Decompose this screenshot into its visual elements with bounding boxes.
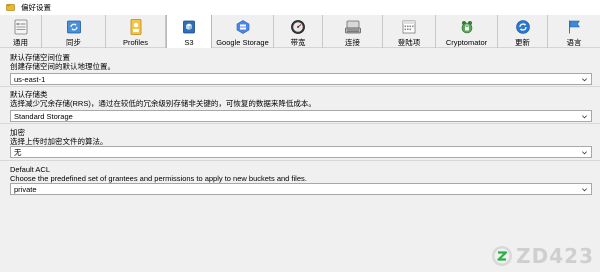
language-icon (564, 17, 584, 36)
tab-connection[interactable]: 连接 (323, 15, 383, 48)
profiles-icon (126, 17, 146, 37)
tab-cryptomator-label: Cryptomator (445, 38, 488, 47)
tab-update-label: 更新 (515, 38, 530, 47)
tab-s3-label: S3 (184, 38, 194, 47)
tab-update[interactable]: 更新 (498, 15, 548, 48)
tab-cryptomator[interactable]: Cryptomator (436, 15, 498, 48)
default-location-description: 创建存储空间的默认地理位置。 (10, 62, 115, 71)
app-icon (6, 4, 15, 11)
default-storage-class-value: Standard Storage (14, 111, 73, 121)
tab-google-storage-label: Google Storage (216, 38, 269, 47)
default-storage-class-section: 默认存储类 选择减少冗余存储(RRS)，通过在较低的冗余级别存储非关键的，可恢复… (10, 90, 592, 122)
general-icon (11, 17, 31, 36)
encryption-heading: 加密 (10, 128, 25, 137)
cryptomator-icon (457, 17, 477, 37)
default-location-heading: 默认存储空间位置 (10, 53, 70, 62)
default-acl-description: Choose the predefined set of grantees an… (10, 174, 307, 183)
default-location-value: us-east-1 (14, 74, 46, 84)
section-divider (0, 86, 600, 87)
tab-connection-label: 连接 (345, 38, 360, 47)
default-storage-class-description: 选择减少冗余存储(RRS)，通过在较低的冗余级别存储非关键的，可恢复的数据来降低… (10, 99, 316, 108)
chevron-down-icon (582, 188, 587, 192)
section-divider (0, 160, 600, 161)
connection-icon (343, 17, 363, 36)
s3-icon (179, 17, 199, 37)
tab-general[interactable]: 通用 (0, 15, 42, 48)
s3-settings-panel: 默认存储空间位置 创建存储空间的默认地理位置。 us-east-1 默认存储类 … (0, 48, 600, 272)
title-bar: 偏好设置 (0, 0, 600, 15)
default-acl-value: private (14, 184, 37, 194)
watermark-logo-icon (492, 246, 513, 266)
chevron-down-icon (582, 115, 587, 119)
window-title: 偏好设置 (21, 3, 51, 12)
tab-language[interactable]: 语言 (548, 15, 600, 48)
preferences-toolbar: 通用 同步 Profiles S3 Google Storage 带宽 连接 登… (0, 15, 600, 48)
tab-login-items[interactable]: 登陆项 (383, 15, 436, 48)
tab-profiles[interactable]: Profiles (106, 15, 166, 48)
tab-google-storage[interactable]: Google Storage (212, 15, 274, 48)
default-storage-class-select[interactable]: Standard Storage (10, 110, 592, 122)
default-location-section: 默认存储空间位置 创建存储空间的默认地理位置。 us-east-1 (10, 53, 592, 85)
default-storage-class-heading: 默认存储类 (10, 90, 48, 99)
default-acl-section: Default ACL Choose the predefined set of… (10, 165, 592, 195)
chevron-down-icon (582, 151, 587, 155)
default-acl-select[interactable]: private (10, 183, 592, 195)
update-icon (513, 17, 533, 36)
watermark: ZD423 (491, 244, 594, 268)
google-storage-icon (233, 17, 253, 37)
encryption-select[interactable]: 无 (10, 146, 592, 158)
tab-general-label: 通用 (13, 38, 28, 47)
tab-language-label: 语言 (566, 38, 582, 47)
chevron-down-icon (582, 78, 587, 82)
encryption-section: 加密 选择上传时加密文件的算法。 无 (10, 128, 592, 158)
tab-profiles-label: Profiles (122, 38, 148, 47)
encryption-value: 无 (14, 147, 22, 157)
tab-s3[interactable]: S3 (166, 15, 212, 48)
default-acl-heading: Default ACL (10, 165, 51, 174)
encryption-description: 选择上传时加密文件的算法。 (10, 137, 108, 146)
tab-sync[interactable]: 同步 (42, 15, 106, 48)
bandwidth-icon (288, 17, 308, 36)
tab-bandwidth-label: 带宽 (290, 38, 306, 47)
sync-icon (64, 17, 84, 36)
tab-sync-label: 同步 (66, 38, 81, 47)
login-items-icon (399, 17, 419, 36)
default-location-select[interactable]: us-east-1 (10, 73, 592, 85)
tab-login-items-label: 登陆项 (397, 38, 421, 47)
watermark-text: ZD423 (516, 244, 594, 268)
tab-bandwidth[interactable]: 带宽 (274, 15, 323, 48)
section-divider (0, 123, 600, 124)
